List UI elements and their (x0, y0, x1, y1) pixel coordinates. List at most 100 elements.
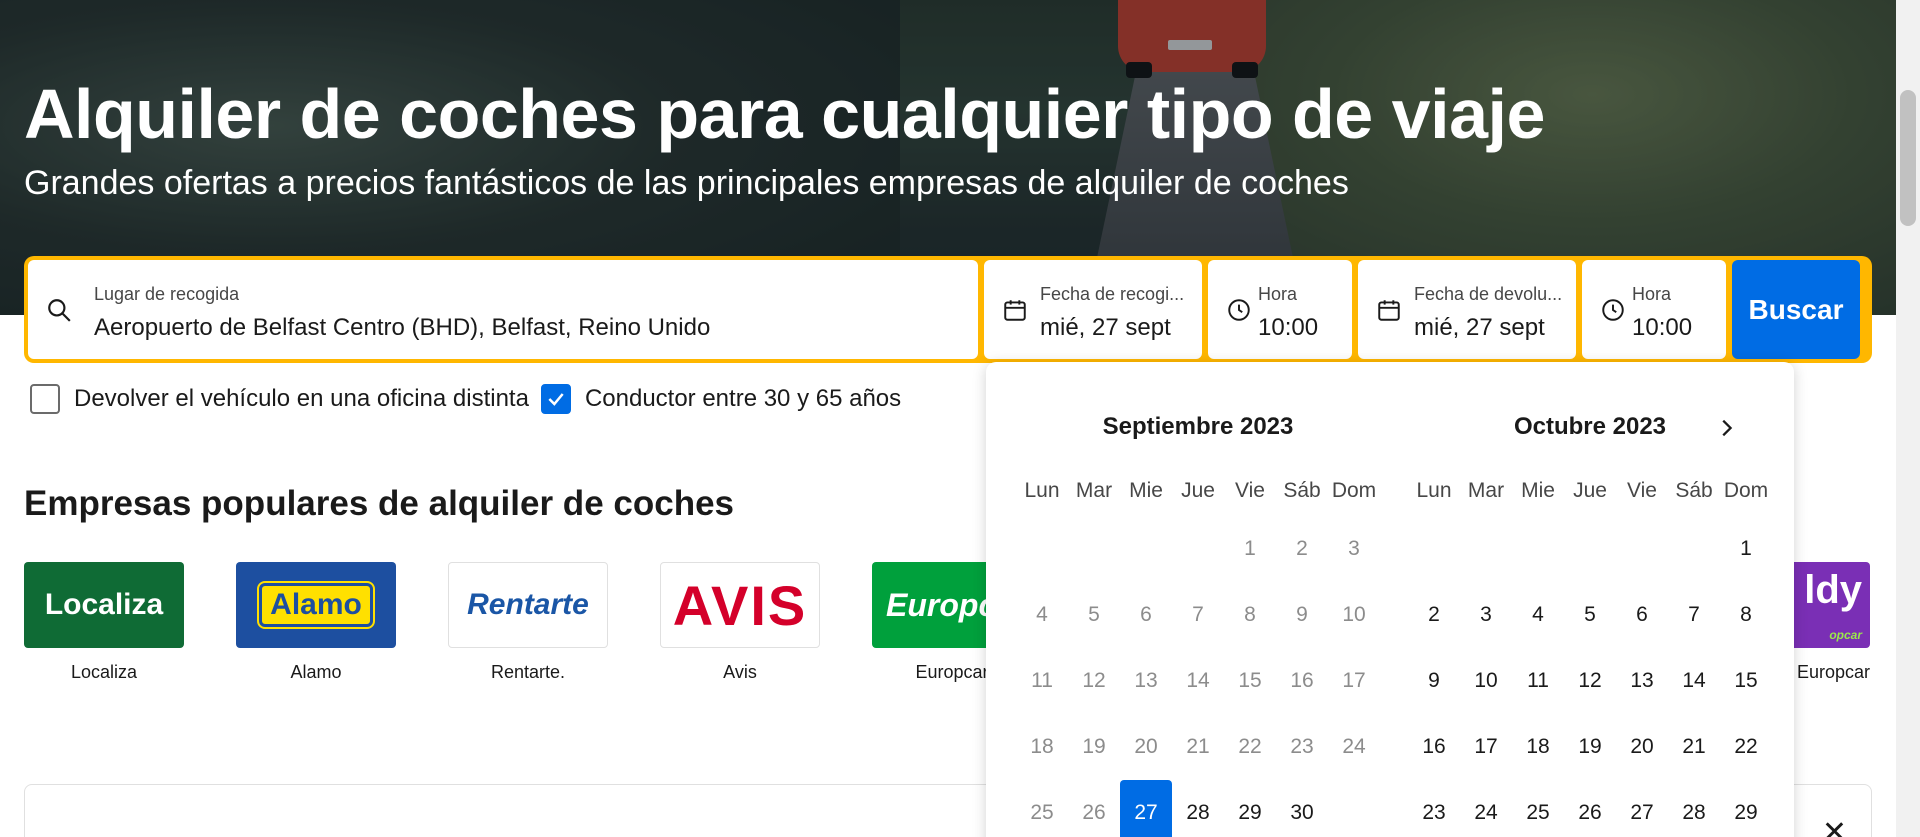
calendar-day: 10 (1342, 603, 1366, 626)
pickup-time-field[interactable]: Hora 10:00 (1208, 260, 1352, 359)
clock-icon (1602, 299, 1624, 321)
day-grid: 1 2 3 4 5 6 7 8 9 10 11 12 13 14 15 16 17 18 19 20 21 22 23 24 2… (1408, 516, 1772, 837)
calendar-day[interactable]: 8 (1720, 582, 1772, 648)
weekday-label: Mar (1467, 479, 1505, 502)
calendar-day[interactable]: 23 (1408, 780, 1460, 837)
weekday-label: Vie (1627, 479, 1657, 502)
calendar-day[interactable]: 18 (1512, 714, 1564, 780)
calendar-day[interactable]: 25 (1512, 780, 1564, 837)
calendar-day: 12 (1082, 669, 1106, 692)
calendar-day: 26 (1082, 801, 1106, 824)
month-title: Septiembre 2023 (1102, 413, 1294, 440)
calendar-day[interactable]: 14 (1668, 648, 1720, 714)
calendar-day: 17 (1342, 669, 1366, 692)
calendar-day[interactable]: 26 (1564, 780, 1616, 837)
brand-card[interactable]: Alamo Alamo (236, 562, 396, 683)
hero-subtitle: Grandes ofertas a precios fantásticos de… (24, 164, 1349, 202)
weekday-label: Mie (1521, 479, 1555, 502)
checkmark-icon (548, 393, 564, 406)
weekday-label: Sáb (1675, 479, 1713, 502)
calendar-day[interactable]: 11 (1512, 648, 1564, 714)
calendar-day: 2 (1296, 537, 1308, 560)
close-icon[interactable]: ✕ (1822, 815, 1847, 837)
date-picker: Septiembre 2023 Lun Mar Mie Jue Vie Sáb Dom 12… (986, 362, 1794, 837)
calendar-day[interactable]: 30 (1276, 780, 1328, 837)
calendar-day[interactable]: 2 (1408, 582, 1460, 648)
calendar-day[interactable]: 20 (1616, 714, 1668, 780)
avis-logo[interactable]: AVIS (660, 562, 820, 648)
calendar-day[interactable]: 19 (1564, 714, 1616, 780)
calendar-day: 1 (1244, 537, 1256, 560)
weekday-label: Dom (1723, 479, 1769, 502)
calendar-day: 7 (1192, 603, 1204, 626)
calendar-day: 18 (1030, 735, 1054, 758)
search-bar: Lugar de recogida Aeropuerto de Belfast … (24, 256, 1872, 363)
calendar-day[interactable]: 15 (1720, 648, 1772, 714)
calendar-day: 15 (1238, 669, 1262, 692)
search-options: Devolver el vehículo en una oficina dist… (30, 384, 901, 414)
calendar-day[interactable]: 27 (1616, 780, 1668, 837)
calendar-day[interactable]: 24 (1460, 780, 1512, 837)
weekday-label: Sáb (1283, 479, 1321, 502)
driver-age-label: Conductor entre 30 y 65 años (584, 385, 902, 412)
return-date-field[interactable]: Fecha de devolu... mié, 27 sept (1358, 260, 1576, 359)
alamo-logo[interactable]: Alamo (236, 562, 396, 648)
brand-card[interactable]: Rentarte Rentarte. (448, 562, 608, 683)
goldcar-europcar-logo[interactable]: ldy opcar (1790, 562, 1870, 648)
calendar-day[interactable]: 1 (1720, 516, 1772, 582)
scrollbar-thumb[interactable] (1900, 90, 1916, 226)
calendar-day: 11 (1031, 669, 1053, 692)
brand-card[interactable]: ldy opcar Europcar (1790, 562, 1870, 683)
scrollbar[interactable] (1896, 0, 1920, 837)
calendar-day[interactable]: 21 (1668, 714, 1720, 780)
different-return-option[interactable]: Devolver el vehículo en una oficina dist… (30, 384, 529, 414)
calendar-day[interactable]: 28 (1668, 780, 1720, 837)
brand-name: Localiza (70, 662, 138, 682)
pickup-time-value[interactable]: 10:00 (1258, 314, 1318, 342)
calendar-day-selected[interactable]: 27 (1120, 780, 1172, 837)
localiza-logo[interactable]: Localiza (24, 562, 184, 648)
next-month-button[interactable] (1708, 410, 1744, 446)
calendar-day[interactable]: 6 (1616, 582, 1668, 648)
search-button[interactable]: Buscar (1732, 260, 1860, 359)
calendar-day: 21 (1186, 735, 1210, 758)
pickup-date-value[interactable]: mié, 27 sept (1040, 314, 1190, 342)
driver-age-checkbox[interactable] (540, 384, 571, 414)
calendar-day[interactable]: 28 (1172, 780, 1224, 837)
calendar-day[interactable]: 29 (1720, 780, 1772, 837)
pickup-date-field[interactable]: Fecha de recogi... mié, 27 sept (984, 260, 1202, 359)
return-date-value[interactable]: mié, 27 sept (1414, 314, 1564, 342)
brand-name: Avis (723, 662, 757, 682)
return-date-label: Fecha de devolu... (1414, 284, 1563, 304)
driver-age-option[interactable]: Conductor entre 30 y 65 años (540, 384, 902, 414)
calendar-day[interactable]: 17 (1460, 714, 1512, 780)
pickup-location-field[interactable]: Lugar de recogida Aeropuerto de Belfast … (28, 260, 978, 359)
calendar-day[interactable]: 22 (1720, 714, 1772, 780)
different-return-checkbox[interactable] (30, 384, 60, 414)
weekday-label: Jue (1573, 479, 1607, 502)
calendar-day[interactable]: 4 (1512, 582, 1564, 648)
calendar-day[interactable]: 12 (1564, 648, 1616, 714)
brand-card[interactable]: AVIS Avis (660, 562, 820, 683)
calendar-day[interactable]: 16 (1408, 714, 1460, 780)
hero-title: Alquiler de coches para cualquier tipo d… (24, 75, 1545, 153)
rentarte-logo[interactable]: Rentarte (448, 562, 608, 648)
calendar-day: 5 (1088, 603, 1100, 626)
weekday-label: Lun (1416, 479, 1452, 502)
calendar-day: 8 (1244, 603, 1256, 626)
weekday-label: Dom (1331, 479, 1377, 502)
pickup-location-value[interactable]: Aeropuerto de Belfast Centro (BHD), Belf… (94, 314, 710, 342)
calendar-day[interactable]: 13 (1616, 648, 1668, 714)
calendar-day[interactable]: 5 (1564, 582, 1616, 648)
brand-card[interactable]: Localiza Localiza (24, 562, 184, 683)
return-time-value[interactable]: 10:00 (1632, 314, 1692, 342)
pickup-date-label: Fecha de recogi... (1040, 284, 1185, 304)
calendar-day: 25 (1030, 801, 1054, 824)
calendar-day[interactable]: 9 (1408, 648, 1460, 714)
calendar-day[interactable]: 29 (1224, 780, 1276, 837)
return-time-field[interactable]: Hora 10:00 (1582, 260, 1726, 359)
calendar-day[interactable]: 3 (1460, 582, 1512, 648)
brand-name: Alamo (290, 662, 342, 682)
calendar-day[interactable]: 7 (1668, 582, 1720, 648)
calendar-day[interactable]: 10 (1460, 648, 1512, 714)
